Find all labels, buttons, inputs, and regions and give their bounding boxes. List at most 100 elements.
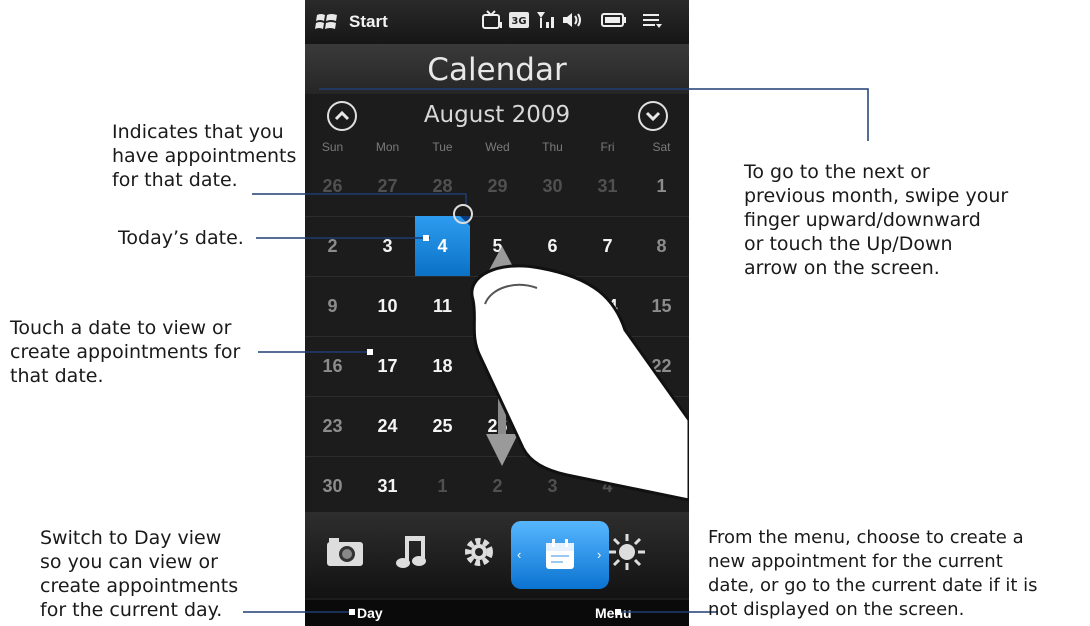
annotation-line: finger upward/downward	[744, 209, 981, 231]
date-cell[interactable]: 17	[360, 336, 415, 396]
date-cell[interactable]: 1	[634, 156, 689, 216]
calendar-tab[interactable]: ‹ ›	[511, 521, 609, 589]
date-cell[interactable]: 13	[525, 276, 580, 336]
date-cell[interactable]: 19	[470, 336, 525, 396]
date-cell[interactable]: 6	[525, 216, 580, 276]
date-cell[interactable]: 29	[470, 156, 525, 216]
date-cell[interactable]: 26	[470, 396, 525, 456]
music-note-icon[interactable]	[391, 530, 435, 574]
date-cell[interactable]: 11	[415, 276, 470, 336]
annotation-swipe: To go to the next or previous month, swi…	[744, 160, 1008, 280]
date-cell[interactable]: 14	[580, 276, 635, 336]
settings-gear-icon[interactable]	[457, 530, 501, 574]
annotation-line: for the current day.	[40, 599, 223, 621]
appointment-indicator	[460, 216, 470, 226]
start-button[interactable]: Start	[349, 12, 388, 32]
softkey-bar: Day Menu	[305, 600, 689, 626]
date-cell[interactable]: 22	[634, 336, 689, 396]
svg-text:3G: 3G	[511, 16, 526, 27]
date-cell[interactable]: 25	[415, 396, 470, 456]
annotation-line: date, or go to the current date if it is	[708, 575, 1038, 596]
date-cell[interactable]: 23	[305, 396, 360, 456]
date-cell[interactable]: 16	[305, 336, 360, 396]
week-row: 26 27 28 29 30 31 1	[305, 156, 689, 217]
date-cell[interactable]: 5	[634, 456, 689, 516]
date-cell[interactable]: 30	[525, 156, 580, 216]
date-cell[interactable]: 31	[360, 456, 415, 516]
date-cell[interactable]: 2	[470, 456, 525, 516]
date-cell[interactable]: 28	[415, 156, 470, 216]
phone-screen: Start 3G Calendar August 2009 Sun Mon Tu…	[305, 0, 689, 626]
annotation-menu: From the menu, choose to create a new ap…	[708, 526, 1038, 622]
annotation-touch-date: Touch a date to view or create appointme…	[10, 316, 240, 388]
date-cell[interactable]: 18	[415, 336, 470, 396]
date-cell[interactable]: 3	[525, 456, 580, 516]
date-cell[interactable]: 12	[470, 276, 525, 336]
signal-icon	[535, 10, 557, 35]
date-cell[interactable]: 4	[580, 456, 635, 516]
chevron-left-icon: ‹	[517, 547, 522, 562]
annotation-line: previous month, swipe your	[744, 185, 1009, 207]
page-title: Calendar	[427, 52, 567, 88]
annotation-line: Touch a date to view or	[10, 317, 232, 339]
menu-softkey[interactable]: Menu	[595, 605, 632, 621]
volume-icon[interactable]	[561, 10, 583, 35]
annotation-line: or touch the Up/Down	[744, 233, 953, 255]
annotation-line: arrow on the screen.	[744, 257, 940, 279]
weather-sun-icon[interactable]	[605, 530, 649, 574]
date-cell[interactable]: 21	[580, 336, 635, 396]
month-label: August 2009	[423, 102, 571, 128]
date-cell[interactable]: 24	[360, 396, 415, 456]
calendar-icon	[546, 539, 574, 569]
annotation-day-view: Switch to Day view so you can view or cr…	[40, 526, 238, 622]
weekday-header: Sun Mon Tue Wed Thu Fri Sat	[305, 140, 689, 156]
date-cell[interactable]: 10	[360, 276, 415, 336]
annotation-line: create appointments for	[10, 341, 241, 363]
date-cell[interactable]: 9	[305, 276, 360, 336]
annotation-line: have appointments	[112, 145, 297, 167]
week-row: 9 10 11 12 13 14 15	[305, 276, 689, 337]
weekday-label: Sun	[321, 140, 344, 154]
annotation-line: not displayed on the screen.	[708, 599, 965, 620]
annotation-line: From the menu, choose to create a	[708, 527, 1024, 548]
weekday-label: Wed	[485, 140, 510, 154]
date-cell[interactable]: 5	[470, 216, 525, 276]
menu-icon[interactable]	[641, 10, 663, 35]
date-cell[interactable]: 30	[305, 456, 360, 516]
week-row: 30 31 1 2 3 4 5	[305, 456, 689, 517]
tv-icon	[481, 10, 503, 35]
day-softkey[interactable]: Day	[357, 605, 383, 621]
chevron-right-icon: ›	[597, 547, 602, 562]
annotation-line: so you can view or	[40, 551, 218, 573]
camera-icon[interactable]	[323, 530, 367, 574]
date-cell[interactable]: 15	[634, 276, 689, 336]
weekday-label: Thu	[542, 140, 563, 154]
annotation-line: Indicates that you	[112, 121, 284, 143]
today-date-cell[interactable]: 4	[415, 216, 470, 276]
today-date-label: 4	[437, 236, 448, 256]
weekday-label: Mon	[375, 140, 400, 154]
status-bar: Start 3G	[305, 0, 689, 44]
date-cell[interactable]: 20	[525, 336, 580, 396]
date-cell[interactable]: 27	[360, 156, 415, 216]
weekday-label: Tue	[432, 140, 453, 154]
annotation-line: create appointments	[40, 575, 239, 597]
date-cell[interactable]: 7	[580, 216, 635, 276]
date-cell[interactable]: 1	[415, 456, 470, 516]
date-cell[interactable]: 29	[634, 396, 689, 456]
date-cell[interactable]: 8	[634, 216, 689, 276]
annotation-today: Today’s date.	[118, 226, 244, 250]
date-cell[interactable]: 3	[360, 216, 415, 276]
date-cell[interactable]: 26	[305, 156, 360, 216]
weekday-label: Fri	[600, 140, 615, 154]
annotation-line: Switch to Day view	[40, 527, 222, 549]
chevron-down-icon[interactable]	[638, 101, 668, 131]
week-row: 16 17 18 19 20 21 22	[305, 336, 689, 397]
annotation-line: that date.	[10, 365, 104, 387]
date-cell[interactable]: 2	[305, 216, 360, 276]
date-cell[interactable]: 28	[580, 396, 635, 456]
date-cell[interactable]: 27	[525, 396, 580, 456]
week-row: 23 24 25 26 27 28 29	[305, 396, 689, 457]
windows-logo-icon[interactable]	[315, 11, 339, 38]
date-cell[interactable]: 31	[580, 156, 635, 216]
